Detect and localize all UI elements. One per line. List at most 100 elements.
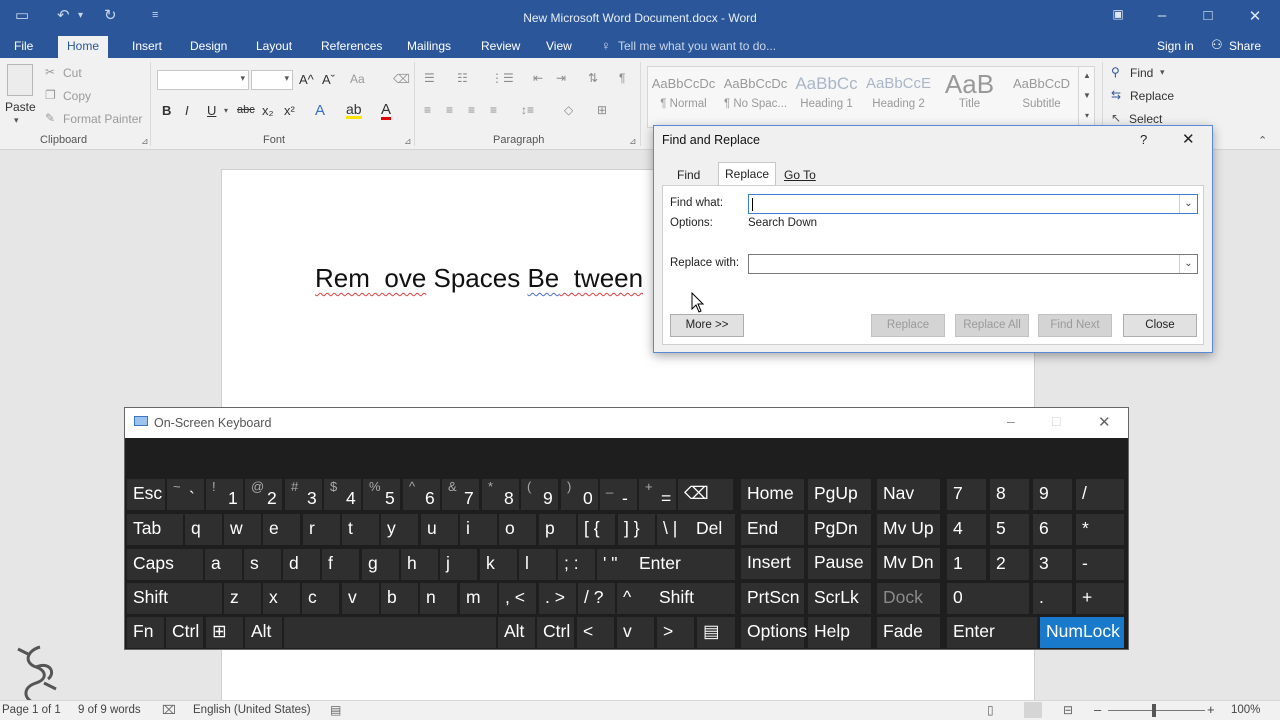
more-button[interactable]: More >> xyxy=(670,314,744,337)
text-effects-icon[interactable]: A xyxy=(315,102,325,119)
shading-icon[interactable]: ◇ xyxy=(564,103,573,117)
multilevel-list-icon[interactable]: ⋮☰ xyxy=(491,71,514,85)
zoom-in-icon[interactable]: + xyxy=(1207,702,1215,717)
osk-key[interactable]: + xyxy=(1076,583,1124,614)
osk-key[interactable]: $4 xyxy=(324,479,361,510)
tab-layout[interactable]: Layout xyxy=(247,36,301,58)
osk-key[interactable]: Insert xyxy=(741,548,804,579)
tab-insert[interactable]: Insert xyxy=(123,36,171,58)
osk-key[interactable]: z xyxy=(224,583,261,614)
osk-key[interactable]: y xyxy=(381,514,418,545)
osk-key[interactable]: 9 xyxy=(1033,479,1072,510)
underline-dropdown-icon[interactable]: ▾ xyxy=(224,106,228,115)
osk-key[interactable]: 3 xyxy=(1033,549,1072,580)
justify-icon[interactable]: ≡ xyxy=(490,103,497,117)
read-mode-icon[interactable]: ▯ xyxy=(987,703,994,717)
osk-key[interactable]: #3 xyxy=(285,479,322,510)
tab-find[interactable]: Find xyxy=(671,164,706,186)
font-name-combo[interactable]: ▾ xyxy=(157,70,249,90)
osk-key[interactable]: (9 xyxy=(521,479,558,510)
borders-icon[interactable]: ⊞ xyxy=(597,103,607,117)
osk-key[interactable]: h xyxy=(401,549,438,580)
align-right-icon[interactable]: ≡ xyxy=(468,103,475,117)
osk-key[interactable]: j xyxy=(440,549,477,580)
osk-key[interactable]: Mv Dn xyxy=(877,548,940,579)
subscript-button[interactable]: x₂ xyxy=(262,103,274,118)
osk-minimize-icon[interactable]: – xyxy=(1007,413,1015,429)
dialog-close-icon[interactable]: ✕ xyxy=(1182,130,1195,148)
increase-indent-icon[interactable]: ⇥ xyxy=(556,71,566,85)
font-size-combo[interactable]: ▾ xyxy=(251,70,293,90)
osk-key[interactable]: ⊞ xyxy=(206,617,243,648)
osk-key[interactable]: Fn xyxy=(127,617,164,648)
osk-close-icon[interactable]: ✕ xyxy=(1098,413,1111,431)
tab-home[interactable]: Home xyxy=(58,36,109,58)
highlight-icon[interactable]: ab xyxy=(346,102,362,119)
osk-key[interactable]: ▤ xyxy=(697,617,735,648)
osk-key[interactable]: q xyxy=(185,514,222,545)
osk-key[interactable]: b xyxy=(381,583,418,614)
language[interactable]: English (United States) xyxy=(193,704,311,716)
osk-key[interactable]: / xyxy=(1076,479,1124,510)
osk-key[interactable]: s xyxy=(244,549,281,580)
grow-font-icon[interactable]: A^ xyxy=(299,72,314,87)
font-launcher-icon[interactable]: ⊿ xyxy=(404,136,412,147)
osk-key[interactable]: @2 xyxy=(245,479,282,510)
signin-link[interactable]: Sign in xyxy=(1157,39,1194,53)
osk-key[interactable]: 6 xyxy=(1033,514,1072,545)
osk-spacebar[interactable] xyxy=(284,617,496,648)
underline-button[interactable]: U xyxy=(207,103,216,118)
print-layout-icon[interactable] xyxy=(1024,702,1042,718)
style-normal[interactable]: AaBbCcDc ¶ Normal xyxy=(648,70,719,122)
copy-button[interactable]: Copy xyxy=(63,89,91,103)
osk-key[interactable]: Ctrl xyxy=(166,617,203,648)
style-heading-2[interactable]: AaBbCcE Heading 2 xyxy=(863,70,934,122)
osk-key[interactable]: 4 xyxy=(947,514,986,545)
tab-file[interactable]: File xyxy=(5,36,42,58)
osk-key[interactable]: NumLock xyxy=(1040,617,1124,648)
osk-key[interactable]: ) 0 xyxy=(561,479,598,510)
osk-key[interactable]: k xyxy=(480,549,517,580)
osk-key[interactable]: Fade xyxy=(877,617,940,648)
osk-key[interactable]: o xyxy=(499,514,536,545)
osk-key[interactable]: ; : xyxy=(558,549,595,580)
tab-review[interactable]: Review xyxy=(472,36,529,58)
align-left-icon[interactable]: ≡ xyxy=(424,103,431,117)
maximize-icon[interactable]: □ xyxy=(1198,7,1218,24)
osk-key[interactable]: End xyxy=(741,513,804,545)
chevron-down-icon[interactable]: ⌄ xyxy=(1179,255,1197,273)
superscript-button[interactable]: x² xyxy=(284,103,295,118)
osk-key[interactable]: & 7 xyxy=(442,479,479,510)
osk-key[interactable]: > xyxy=(657,617,694,648)
paste-button[interactable]: Paste xyxy=(5,100,36,114)
osk-key[interactable]: [ { xyxy=(578,514,615,545)
osk-key[interactable]: 8 xyxy=(990,479,1029,510)
osk-key[interactable]: + = xyxy=(639,479,676,510)
line-spacing-icon[interactable]: ↕≡ xyxy=(521,103,534,117)
osk-key[interactable]: ^ 6 xyxy=(403,479,440,510)
font-color-icon[interactable]: A xyxy=(381,102,392,120)
paste-icon[interactable] xyxy=(7,64,33,96)
osk-key[interactable]: ' " xyxy=(597,549,634,580)
style-heading-1[interactable]: AaBbCc Heading 1 xyxy=(791,70,862,122)
close-window-icon[interactable]: ✕ xyxy=(1245,7,1265,25)
style-no-spacing[interactable]: AaBbCcDc ¶ No Spac... xyxy=(720,70,791,122)
osk-key[interactable]: Home xyxy=(741,479,804,510)
paste-dropdown-icon[interactable]: ▾ xyxy=(14,115,19,126)
osk-key[interactable]: * xyxy=(1076,514,1124,545)
osk-key[interactable]: u xyxy=(421,514,458,545)
bold-button[interactable]: B xyxy=(162,103,171,118)
osk-key[interactable]: Mv Up xyxy=(877,513,940,545)
decrease-indent-icon[interactable]: ⇤ xyxy=(533,71,543,85)
change-case-icon[interactable]: Aa xyxy=(350,72,365,86)
strikethrough-button[interactable]: abc xyxy=(237,104,255,116)
osk-key[interactable]: - xyxy=(1076,549,1124,580)
tab-design[interactable]: Design xyxy=(181,36,236,58)
osk-key[interactable]: f xyxy=(322,549,359,580)
osk-key[interactable]: ] } xyxy=(618,514,655,545)
clipboard-launcher-icon[interactable]: ⊿ xyxy=(141,136,149,147)
bullets-icon[interactable]: ☰ xyxy=(424,71,435,85)
sort-icon[interactable]: ⇅ xyxy=(588,71,598,85)
osk-key[interactable]: ~ ` xyxy=(167,479,204,510)
osk-key[interactable]: v xyxy=(342,583,379,614)
